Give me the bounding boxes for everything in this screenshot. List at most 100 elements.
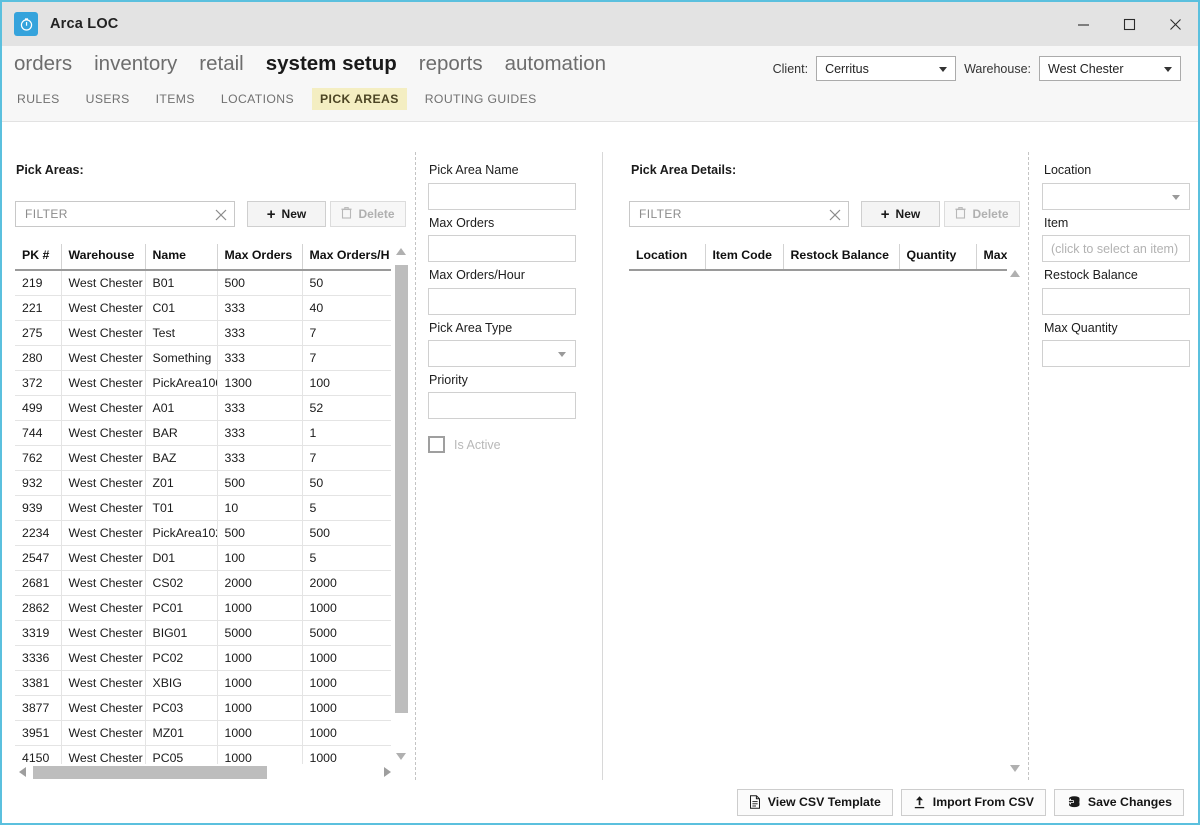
scroll-thumb[interactable] — [33, 766, 267, 779]
table-row[interactable]: 939 West Chester T01 10 5 — [15, 495, 391, 521]
scroll-right-icon[interactable] — [384, 767, 391, 777]
field-label-pick-area-name: Pick Area Name — [429, 163, 519, 177]
table-row[interactable]: 932 West Chester Z01 500 50 — [15, 470, 391, 496]
chevron-down-icon — [558, 351, 566, 357]
table-row[interactable]: 3319 West Chester BIG01 5000 5000 — [15, 620, 391, 646]
scroll-left-icon[interactable] — [19, 767, 26, 777]
clear-filter-icon[interactable] — [829, 208, 841, 221]
tab-rules[interactable]: RULES — [15, 89, 62, 109]
pick-areas-table: PK # Warehouse Name Max Orders Max Order… — [15, 244, 391, 764]
table-row[interactable]: 2862 West Chester PC01 1000 1000 — [15, 595, 391, 621]
client-dropdown[interactable]: Cerritus — [816, 56, 957, 81]
pick-areas-vertical-scrollbar[interactable] — [393, 244, 410, 764]
details-new-button[interactable]: + New — [861, 201, 940, 227]
table-cell: West Chester — [61, 570, 146, 596]
column-header-quantity[interactable]: Quantity — [899, 244, 977, 271]
table-cell: 2000 — [302, 570, 391, 596]
table-row[interactable]: 744 West Chester BAR 333 1 — [15, 420, 391, 446]
nav-system-setup[interactable]: system setup — [266, 52, 397, 76]
table-row[interactable]: 499 West Chester A01 333 52 — [15, 395, 391, 421]
is-active-row[interactable]: Is Active — [428, 436, 501, 453]
pick-areas-filter-input[interactable]: FILTER — [15, 201, 235, 227]
close-icon[interactable] — [1152, 2, 1198, 46]
clear-filter-icon[interactable] — [215, 208, 227, 221]
column-header-max-orders[interactable]: Max Orders — [217, 244, 303, 271]
table-row[interactable]: 275 West Chester Test 333 7 — [15, 320, 391, 346]
pick-area-details-table: Location Item Code Restock Balance Quant… — [629, 244, 1007, 764]
max-quantity-input[interactable] — [1042, 340, 1190, 367]
table-cell: A01 — [145, 395, 218, 421]
priority-input[interactable] — [428, 392, 576, 419]
nav-orders[interactable]: orders — [14, 52, 72, 76]
import-from-csv-button[interactable]: Import From CSV — [900, 788, 1046, 816]
column-header-location[interactable]: Location — [629, 244, 706, 271]
maximize-icon[interactable] — [1106, 2, 1152, 46]
nav-retail[interactable]: retail — [199, 52, 243, 76]
client-label: Client: — [772, 61, 809, 76]
scroll-up-icon[interactable] — [1010, 270, 1020, 277]
table-row[interactable]: 4150 West Chester PC05 1000 1000 — [15, 745, 391, 764]
column-header-restock-balance[interactable]: Restock Balance — [783, 244, 900, 271]
table-row[interactable]: 219 West Chester B01 500 50 — [15, 270, 391, 296]
table-cell: 3951 — [15, 720, 62, 746]
pick-area-type-dropdown[interactable] — [428, 340, 576, 367]
scroll-down-icon[interactable] — [1010, 765, 1020, 772]
column-header-max-orders-hour[interactable]: Max Orders/H — [302, 244, 391, 271]
view-csv-template-button[interactable]: View CSV Template — [736, 788, 893, 816]
item-placeholder: (click to select an item) — [1051, 241, 1179, 256]
table-row[interactable]: 221 West Chester C01 333 40 — [15, 295, 391, 321]
table-row[interactable]: 3951 West Chester MZ01 1000 1000 — [15, 720, 391, 746]
save-changes-button[interactable]: Save Changes — [1053, 788, 1184, 816]
tab-routing-guides[interactable]: ROUTING GUIDES — [423, 89, 539, 109]
table-row[interactable]: 2234 West Chester PickArea102 500 500 — [15, 520, 391, 546]
nav-reports[interactable]: reports — [419, 52, 483, 76]
pick-areas-horizontal-scrollbar[interactable] — [15, 764, 395, 781]
details-vertical-scrollbar[interactable] — [1007, 266, 1024, 776]
details-delete-button[interactable]: Delete — [944, 201, 1020, 227]
is-active-checkbox[interactable] — [428, 436, 445, 453]
warehouse-dropdown[interactable]: West Chester — [1039, 56, 1181, 81]
table-row[interactable]: 762 West Chester BAZ 333 7 — [15, 445, 391, 471]
pick-areas-title: Pick Areas: — [16, 163, 84, 177]
table-row[interactable]: 3877 West Chester PC03 1000 1000 — [15, 695, 391, 721]
max-orders-input[interactable] — [428, 235, 576, 262]
tab-users[interactable]: USERS — [84, 89, 132, 109]
pick-areas-delete-button[interactable]: Delete — [330, 201, 406, 227]
table-cell: West Chester — [61, 445, 146, 471]
table-row[interactable]: 2681 West Chester CS02 2000 2000 — [15, 570, 391, 596]
scroll-down-icon[interactable] — [396, 753, 406, 760]
nav-automation[interactable]: automation — [505, 52, 606, 76]
table-row[interactable]: 372 West Chester PickArea100 1300 100 — [15, 370, 391, 396]
details-filter-input[interactable]: FILTER — [629, 201, 849, 227]
table-cell: West Chester — [61, 270, 146, 296]
table-row[interactable]: 2547 West Chester D01 100 5 — [15, 545, 391, 571]
pick-area-name-input[interactable] — [428, 183, 576, 210]
table-row[interactable]: 3336 West Chester PC02 1000 1000 — [15, 645, 391, 671]
scroll-thumb[interactable] — [395, 265, 408, 713]
table-cell: 1 — [302, 420, 391, 446]
location-dropdown[interactable] — [1042, 183, 1190, 210]
column-header-name[interactable]: Name — [145, 244, 218, 271]
tab-locations[interactable]: LOCATIONS — [219, 89, 296, 109]
minimize-icon[interactable] — [1060, 2, 1106, 46]
nav-inventory[interactable]: inventory — [94, 52, 177, 76]
table-row[interactable]: 280 West Chester Something 333 7 — [15, 345, 391, 371]
tab-items[interactable]: ITEMS — [154, 89, 197, 109]
restock-balance-input[interactable] — [1042, 288, 1190, 315]
scroll-up-icon[interactable] — [396, 248, 406, 255]
pick-areas-new-button[interactable]: + New — [247, 201, 326, 227]
table-cell: 333 — [217, 395, 303, 421]
table-cell: 100 — [217, 545, 303, 571]
table-cell: West Chester — [61, 420, 146, 446]
max-orders-hour-input[interactable] — [428, 288, 576, 315]
column-header-pk[interactable]: PK # — [15, 244, 62, 271]
tab-pick-areas[interactable]: PICK AREAS — [312, 88, 407, 110]
column-header-item-code[interactable]: Item Code — [705, 244, 784, 271]
table-row[interactable]: 3381 West Chester XBIG 1000 1000 — [15, 670, 391, 696]
column-header-max-quantity[interactable]: Max Qu — [976, 244, 1007, 271]
item-selector-input[interactable]: (click to select an item) — [1042, 235, 1190, 262]
table-cell: 1300 — [217, 370, 303, 396]
column-header-warehouse[interactable]: Warehouse — [61, 244, 146, 271]
table-cell: West Chester — [61, 720, 146, 746]
divider-mid — [602, 152, 603, 780]
